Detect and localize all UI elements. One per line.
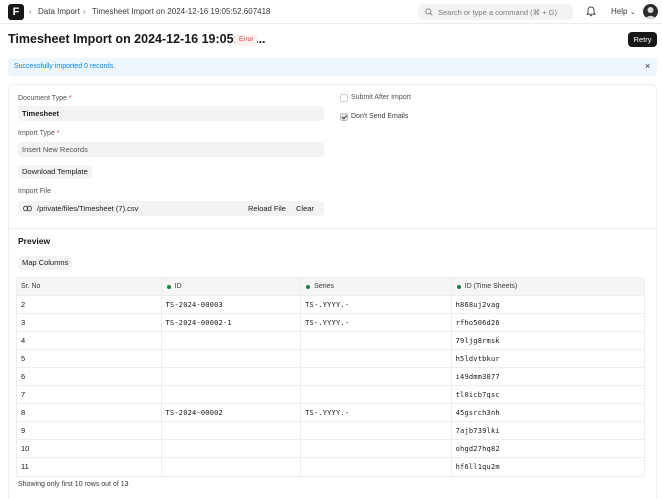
table-row: 2 TS-2024-00003 TS-.YYYY.- h868uj2vag [17,296,644,314]
table-row: 4 79ljg8rmsk [17,332,644,350]
mapped-dot-icon [306,284,311,289]
table-row: 9 7ajb739lki [17,422,644,440]
import-file-label: Import File [18,188,52,195]
map-columns-button[interactable]: Map Columns [18,256,73,270]
rows-shown-note: Showing only first 10 rows out of 13 [18,481,129,488]
import-type-label: Import Type * [18,130,60,137]
breadcrumb-data-import[interactable]: Data Import [38,7,80,16]
table-row: 5 h5ldvtbkur [17,350,644,368]
section-divider [9,228,656,229]
table-row: 6 i49dmm3077 [17,368,644,386]
search-placeholder: Search or type a command (⌘ + G) [438,7,558,17]
column-header-id[interactable]: ID [162,278,302,295]
submit-after-import-checkbox[interactable] [340,94,348,102]
mapped-dot-icon [166,284,171,289]
table-row: 11 hf6ll1qu2m [17,458,644,476]
table-row: 7 tl0icb7qsc [17,386,644,404]
clear-button[interactable]: Clear [296,201,314,216]
dont-send-emails-label: Don't Send Emails [351,113,409,120]
document-type-label: Document Type * [18,95,72,102]
chevron-right-icon: › [29,7,32,16]
help-label: Help [611,7,628,16]
mapped-dot-icon [456,284,461,289]
status-badge: Error [235,34,258,46]
reload-file-button[interactable]: Reload File [248,201,286,216]
import-file-field[interactable]: /private/files/Timesheet (7).csv Reload … [18,201,324,216]
retry-button[interactable]: Retry [628,32,657,47]
column-header-id-time-sheets[interactable]: ID (Time Sheets) [452,278,644,295]
column-header-series[interactable]: Series [301,278,452,295]
notification-bell-icon[interactable] [586,6,596,17]
link-icon [23,205,32,212]
page-title: Timesheet Import on 2024-12-16 19:05:52.… [8,32,266,46]
user-avatar[interactable] [643,4,658,19]
table-row: 3 TS-2024-00002-1 TS-.YYYY.- rfho506d26 [17,314,644,332]
table-row: 8 TS-2024-00002 TS-.YYYY.- 45gsrch3nh [17,404,644,422]
document-type-field[interactable]: Timesheet [18,106,324,121]
success-alert: Successfully imported 0 records. × [8,58,657,76]
search-bar[interactable]: Search or type a command (⌘ + G) [418,4,573,20]
chevron-down-icon: ⌄ [629,9,636,16]
help-dropdown[interactable]: Help ⌄ [611,7,636,16]
dont-send-emails-checkbox[interactable] [340,113,348,121]
table-row: 10 ohgd27hq82 [17,440,644,458]
chevron-right-icon: › [83,7,86,16]
search-icon [425,8,433,16]
import-type-field[interactable]: Insert New Records [18,142,324,157]
download-template-button[interactable]: Download Template [18,165,92,179]
preview-heading: Preview [18,236,51,246]
breadcrumb-current[interactable]: Timesheet Import on 2024-12-16 19:05:52.… [92,7,271,16]
preview-table: Sr. No ID Series ID (Time Sheets) 2 TS-20… [16,277,645,477]
submit-after-import-label: Submit After Import [351,94,411,101]
import-file-path[interactable]: /private/files/Timesheet (7).csv [37,201,138,216]
app-logo[interactable]: F [8,4,24,20]
alert-message: Successfully imported 0 records. [14,63,116,70]
close-icon[interactable]: × [645,61,650,71]
table-header: Sr. No ID Series ID (Time Sheets) [17,278,644,296]
column-header-sr-no: Sr. No [17,278,162,295]
navbar: F › Data Import › Timesheet Import on 20… [0,0,662,24]
